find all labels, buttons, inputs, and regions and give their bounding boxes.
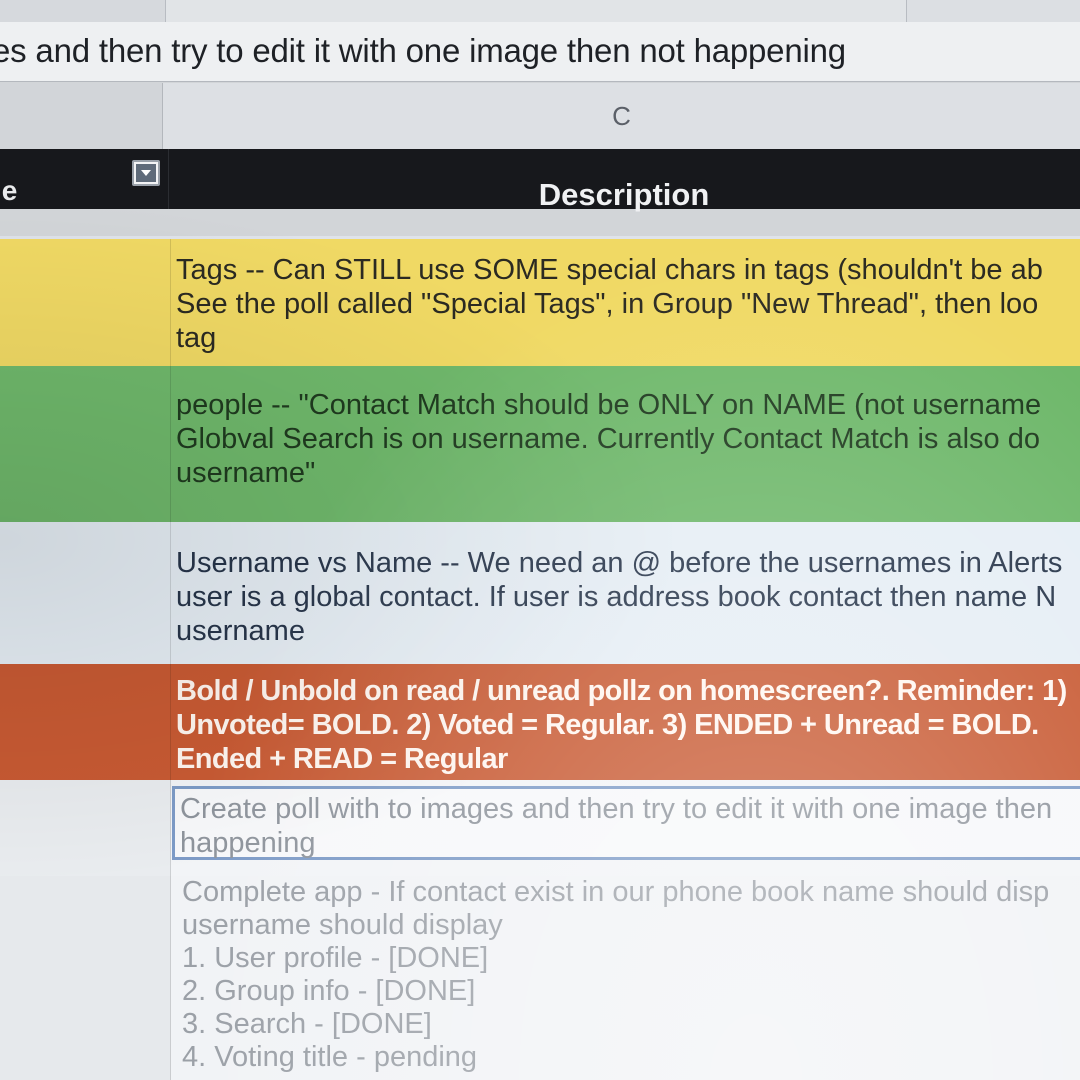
row-description[interactable]: Complete app - If contact exist in our p… [182,876,1080,1080]
column-header-b[interactable] [0,83,163,149]
row-description-line: Ended + READ = Regular [176,743,508,775]
row-description-line: 4. Voting title - pending [182,1041,478,1073]
column-header-c-label: C [612,101,631,131]
row-description-line: tag [176,322,217,354]
row-left-cell[interactable] [0,366,171,522]
row-description-line: username [176,615,305,647]
filter-dropdown-icon[interactable] [132,160,160,186]
row-description-line: 1. User profile - [DONE] [182,942,489,974]
table-row[interactable]: Complete app - If contact exist in our p… [0,876,1080,1080]
formula-bar-text[interactable]: es and then try to edit it with one imag… [0,32,846,70]
row-description-line: Create poll with to images and then try … [180,793,1053,825]
row-left-cell[interactable] [0,522,171,664]
row-left-cell[interactable] [0,876,171,1080]
table-header-description-label: Description [538,177,710,212]
column-header-c[interactable]: C [163,83,1080,149]
row-description[interactable]: people -- "Contact Match should be ONLY … [176,366,1080,522]
toolbar-cell-a [0,0,166,22]
row-description-line: Globval Search is on username. Currently… [176,423,1040,455]
row-description-line: user is a global contact. If user is add… [176,581,1057,613]
row-description-line: username should display [182,909,503,941]
row-description-line: Username vs Name -- We need an @ before … [176,547,1063,579]
row-description-line: Unvoted= BOLD. 2) Voted = Regular. 3) EN… [176,709,1039,741]
row-description-line: people -- "Contact Match should be ONLY … [176,389,1042,421]
column-headers: C [0,83,1080,150]
table-header-left-label: le [0,175,18,206]
table-row[interactable]: Tags -- Can STILL use SOME special chars… [0,236,1080,369]
row-description-line: Complete app - If contact exist in our p… [182,876,1050,908]
table-row[interactable]: people -- "Contact Match should be ONLY … [0,366,1080,522]
toolbar-strip [0,0,1080,23]
row-description-line: happening [180,827,316,859]
formula-bar[interactable]: es and then try to edit it with one imag… [0,22,1080,82]
row-description[interactable]: Username vs Name -- We need an @ before … [176,522,1080,664]
table-row[interactable]: Username vs Name -- We need an @ before … [0,522,1080,664]
toolbar-cell-b [166,0,907,22]
row-description-line: 3. Search - [DONE] [182,1008,432,1040]
row-description[interactable]: Tags -- Can STILL use SOME special chars… [176,239,1080,369]
row-left-cell[interactable] [0,239,171,369]
table-header-description-cell[interactable]: Description [168,149,1080,212]
row-description[interactable]: Bold / Unbold on read / unread pollz on … [176,664,1080,780]
row-description[interactable]: Create poll with to images and then try … [180,780,1080,876]
spreadsheet-screen: es and then try to edit it with one imag… [0,0,1080,1080]
table-row[interactable]: Bold / Unbold on read / unread pollz on … [0,664,1080,780]
row-description-line: 2. Group info - [DONE] [182,975,476,1007]
row-description-line: See the poll called "Special Tags", in G… [176,288,1039,320]
selected-row-text: Create poll with to images and then try … [0,780,1080,876]
table-header-row: le Description [0,149,1080,212]
row-description-line: username" [176,457,316,489]
row-left-cell[interactable] [0,664,171,780]
row-description-line: Tags -- Can STILL use SOME special chars… [176,254,1043,286]
row-description-line: Bold / Unbold on read / unread pollz on … [176,675,1067,707]
filter-arrow-icon [136,164,156,182]
